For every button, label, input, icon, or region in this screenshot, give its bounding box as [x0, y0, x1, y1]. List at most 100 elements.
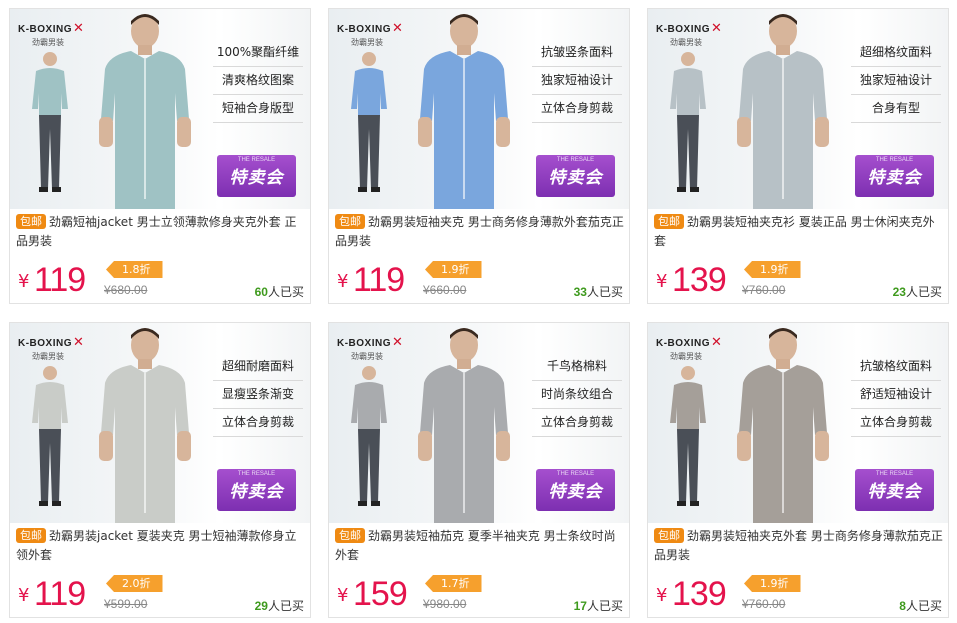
price-row: ¥ 139 1.9折 ¥760.00 8人已买	[654, 573, 946, 613]
discount-tag: 1.9折	[744, 575, 801, 592]
product-title[interactable]: 包邮 劲霸男装短袖夹克外套 男士商务修身薄款茄克正品男装	[654, 527, 946, 567]
brand-logo: K-BOXING✕ 劲霸男装	[18, 21, 84, 47]
sold-count: 60人已买	[254, 285, 304, 299]
product-card[interactable]: K-BOXING✕ 劲霸男装 100%聚酯纤维 清爽格纹图案 短袖合身版型 TH…	[9, 8, 311, 304]
brand-logo: K-BOXING✕ 劲霸男装	[656, 21, 722, 47]
sold-count: 29人已买	[254, 599, 304, 613]
feature-item: 合身有型	[851, 95, 941, 123]
price-row: ¥ 119 2.0折 ¥599.00 29人已买	[16, 573, 308, 613]
product-card[interactable]: K-BOXING✕ 劲霸男装 抗皱格纹面料 舒适短袖设计 立体合身剪裁 THE …	[647, 322, 949, 618]
discount-tag: 1.9折	[744, 261, 801, 278]
product-image[interactable]: K-BOXING✕ 劲霸男装 抗皱竖条面料 独家短袖设计 立体合身剪裁 THE …	[329, 9, 629, 209]
sale-badge: THE RESALE 特卖会	[855, 155, 934, 197]
product-image[interactable]: K-BOXING✕ 劲霸男装 千鸟格棉料 时尚条纹组合 立体合身剪裁 THE R…	[329, 323, 629, 523]
model-full-body-image	[666, 363, 710, 511]
sold-count: 8人已买	[899, 599, 942, 613]
sale-badge: THE RESALE 特卖会	[536, 155, 615, 197]
feature-item: 独家短袖设计	[532, 67, 622, 95]
product-title[interactable]: 包邮 劲霸男装短袖茄克 夏季半袖夹克 男士条纹时尚外套	[335, 527, 627, 567]
currency-symbol: ¥	[337, 585, 349, 606]
feature-item: 抗皱竖条面料	[532, 39, 622, 67]
brand-logo: K-BOXING✕ 劲霸男装	[656, 335, 722, 361]
sale-badge: THE RESALE 特卖会	[855, 469, 934, 511]
sale-price: 119	[353, 261, 405, 299]
product-image[interactable]: K-BOXING✕ 劲霸男装 超细耐磨面料 显瘦竖条渐变 立体合身剪裁 THE …	[10, 323, 310, 523]
feature-list: 超细格纹面料 独家短袖设计 合身有型	[851, 39, 941, 123]
product-card[interactable]: K-BOXING✕ 劲霸男装 抗皱竖条面料 独家短袖设计 立体合身剪裁 THE …	[328, 8, 630, 304]
price-row: ¥ 119 1.8折 ¥680.00 60人已买	[16, 259, 308, 299]
original-price: ¥760.00	[742, 283, 786, 297]
model-full-body-image	[347, 49, 391, 197]
feature-item: 清爽格纹图案	[213, 67, 303, 95]
feature-item: 显瘦竖条渐变	[213, 381, 303, 409]
original-price: ¥760.00	[742, 597, 786, 611]
product-card[interactable]: K-BOXING✕ 劲霸男装 超细耐磨面料 显瘦竖条渐变 立体合身剪裁 THE …	[9, 322, 311, 618]
sold-count: 17人已买	[573, 599, 623, 613]
currency-symbol: ¥	[18, 585, 30, 606]
product-title-text[interactable]: 劲霸男装短袖夹克外套 男士商务修身薄款茄克正品男装	[654, 529, 943, 562]
original-price: ¥680.00	[104, 283, 148, 297]
original-price: ¥980.00	[423, 597, 467, 611]
price-row: ¥ 119 1.9折 ¥660.00 33人已买	[335, 259, 627, 299]
currency-symbol: ¥	[18, 271, 30, 292]
product-image[interactable]: K-BOXING✕ 劲霸男装 100%聚酯纤维 清爽格纹图案 短袖合身版型 TH…	[10, 9, 310, 209]
brand-logo: K-BOXING✕ 劲霸男装	[337, 335, 403, 361]
brand-x-icon: ✕	[73, 21, 84, 36]
feature-list: 超细耐磨面料 显瘦竖条渐变 立体合身剪裁	[213, 353, 303, 437]
feature-item: 立体合身剪裁	[213, 409, 303, 437]
brand-x-icon: ✕	[711, 335, 722, 350]
product-title[interactable]: 包邮 劲霸男装短袖夹克 男士商务修身薄款外套茄克正品男装	[335, 213, 627, 253]
brand-x-icon: ✕	[711, 21, 722, 36]
model-full-body-image	[28, 363, 72, 511]
feature-item: 立体合身剪裁	[532, 409, 622, 437]
feature-item: 短袖合身版型	[213, 95, 303, 123]
sale-price: 159	[353, 575, 408, 613]
feature-item: 千鸟格棉料	[532, 353, 622, 381]
product-card[interactable]: K-BOXING✕ 劲霸男装 超细格纹面料 独家短袖设计 合身有型 THE RE…	[647, 8, 949, 304]
sale-price: 139	[672, 575, 727, 613]
product-image[interactable]: K-BOXING✕ 劲霸男装 抗皱格纹面料 舒适短袖设计 立体合身剪裁 THE …	[648, 323, 948, 523]
product-image[interactable]: K-BOXING✕ 劲霸男装 超细格纹面料 独家短袖设计 合身有型 THE RE…	[648, 9, 948, 209]
feature-item: 时尚条纹组合	[532, 381, 622, 409]
model-closeup-image	[85, 9, 205, 209]
currency-symbol: ¥	[656, 585, 668, 606]
sold-count: 23人已买	[892, 285, 942, 299]
product-title-text[interactable]: 劲霸男装jacket 夏装夹克 男士短袖薄款修身立领外套	[16, 529, 297, 562]
discount-tag: 2.0折	[106, 575, 163, 592]
feature-list: 抗皱竖条面料 独家短袖设计 立体合身剪裁	[532, 39, 622, 123]
brand-x-icon: ✕	[392, 335, 403, 350]
feature-item: 立体合身剪裁	[851, 409, 941, 437]
brand-logo: K-BOXING✕ 劲霸男装	[337, 21, 403, 47]
sale-price: 119	[34, 575, 86, 613]
sale-badge: THE RESALE 特卖会	[217, 469, 296, 511]
product-card[interactable]: K-BOXING✕ 劲霸男装 千鸟格棉料 时尚条纹组合 立体合身剪裁 THE R…	[328, 322, 630, 618]
model-full-body-image	[666, 49, 710, 197]
feature-item: 立体合身剪裁	[532, 95, 622, 123]
price-row: ¥ 139 1.9折 ¥760.00 23人已买	[654, 259, 946, 299]
free-shipping-badge: 包邮	[654, 528, 684, 543]
free-shipping-badge: 包邮	[16, 214, 46, 229]
feature-item: 100%聚酯纤维	[213, 39, 303, 67]
original-price: ¥599.00	[104, 597, 148, 611]
model-full-body-image	[347, 363, 391, 511]
feature-item: 抗皱格纹面料	[851, 353, 941, 381]
model-closeup-image	[723, 9, 843, 209]
product-title-text[interactable]: 劲霸短袖jacket 男士立领薄款修身夹克外套 正品男装	[16, 215, 297, 248]
discount-tag: 1.7折	[425, 575, 482, 592]
currency-symbol: ¥	[656, 271, 668, 292]
free-shipping-badge: 包邮	[335, 528, 365, 543]
product-title-text[interactable]: 劲霸男装短袖夹克衫 夏装正品 男士休闲夹克外套	[654, 215, 935, 248]
model-closeup-image	[723, 323, 843, 523]
product-title[interactable]: 包邮 劲霸男装jacket 夏装夹克 男士短袖薄款修身立领外套	[16, 527, 308, 567]
brand-x-icon: ✕	[392, 21, 403, 36]
model-closeup-image	[404, 323, 524, 523]
feature-list: 100%聚酯纤维 清爽格纹图案 短袖合身版型	[213, 39, 303, 123]
discount-tag: 1.8折	[106, 261, 163, 278]
product-title-text[interactable]: 劲霸男装短袖茄克 夏季半袖夹克 男士条纹时尚外套	[335, 529, 616, 562]
feature-item: 舒适短袖设计	[851, 381, 941, 409]
product-title[interactable]: 包邮 劲霸短袖jacket 男士立领薄款修身夹克外套 正品男装	[16, 213, 308, 253]
product-title[interactable]: 包邮 劲霸男装短袖夹克衫 夏装正品 男士休闲夹克外套	[654, 213, 946, 253]
free-shipping-badge: 包邮	[16, 528, 46, 543]
feature-item: 超细耐磨面料	[213, 353, 303, 381]
product-title-text[interactable]: 劲霸男装短袖夹克 男士商务修身薄款外套茄克正品男装	[335, 215, 624, 248]
